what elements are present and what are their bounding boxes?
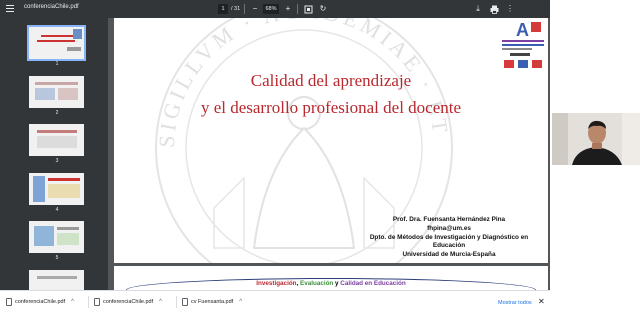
chevron-up-icon[interactable]: ^ (159, 299, 162, 305)
thumbnail-sidebar[interactable]: 1 2 3 4 5 (0, 18, 108, 290)
author-email[interactable]: fhpina@um.es (359, 225, 539, 233)
author-university: Universidad de Murcia-España (402, 251, 496, 258)
tag-evaluacion: Evaluación (300, 280, 334, 287)
pdf-page-1: SIGILLVM · ACADEMIAE · ET · ST · STVDIOR… (114, 18, 548, 263)
thumbnail-number: 3 (55, 158, 59, 164)
thumbnail-page-2[interactable] (29, 76, 84, 108)
fit-page-icon[interactable] (302, 3, 314, 15)
file-icon (182, 297, 188, 306)
hamburger-menu-icon[interactable] (6, 5, 14, 13)
download-file-name: conferenciaChile.pdf (15, 299, 66, 305)
download-divider (176, 296, 177, 308)
chevron-up-icon[interactable]: ^ (239, 299, 242, 305)
thumbnail-number: 4 (55, 207, 59, 213)
rotate-icon[interactable]: ↻ (317, 3, 329, 15)
thumbnail-page-1[interactable] (27, 25, 86, 61)
pdf-page-2: Investigación, Evaluación y Calidad en E… (114, 266, 548, 290)
svg-text:A: A (516, 20, 529, 40)
more-vert-icon[interactable]: ⋮ (504, 3, 516, 15)
toolbar-divider (244, 4, 245, 14)
screen: conferenciaChile.pdf 1 / 31 − 68% + ↻ ⤓ … (0, 0, 640, 312)
download-file-name: conferenciaChile.pdf (103, 299, 154, 305)
author-department-cont: Educación (432, 242, 466, 249)
slide-2-tagline: Investigación, Evaluación y Calidad en E… (114, 280, 548, 287)
download-file-name: cv Fuensanta.pdf (191, 299, 234, 305)
download-icon[interactable]: ⤓ (472, 3, 484, 15)
current-page-input[interactable]: 1 (218, 4, 228, 14)
downloads-bar: conferenciaChile.pdf ^ conferenciaChile.p… (0, 290, 550, 312)
document-title: conferenciaChile.pdf (24, 4, 79, 10)
page-count: / 31 (231, 6, 241, 12)
toolbar-divider (297, 4, 298, 14)
conference-logo: A (496, 18, 548, 76)
show-all-downloads-link[interactable]: Mostrar todos (498, 300, 532, 306)
pdf-toolbar: conferenciaChile.pdf 1 / 31 − 68% + ↻ ⤓ … (0, 0, 550, 18)
participant-video (552, 113, 640, 165)
thumbnail-number: 5 (55, 255, 59, 261)
close-icon[interactable]: ✕ (538, 297, 545, 306)
thumbnail-page-4[interactable] (29, 173, 84, 205)
print-icon[interactable] (488, 3, 500, 15)
download-item[interactable]: conferenciaChile.pdf ^ (94, 296, 162, 308)
pdf-viewer: conferenciaChile.pdf 1 / 31 − 68% + ↻ ⤓ … (0, 0, 550, 312)
slide-title-line-2: y el desarrollo profesional del docente (200, 98, 462, 117)
chevron-up-icon[interactable]: ^ (71, 299, 74, 305)
file-icon (6, 297, 12, 306)
plus-icon[interactable]: + (282, 3, 294, 15)
download-item[interactable]: cv Fuensanta.pdf ^ (182, 296, 242, 308)
tag-investigacion: Investigación (256, 280, 297, 287)
slide-title-line-1: Calidad del aprendizaje (250, 71, 412, 90)
thumbnail-page-6[interactable] (29, 270, 84, 290)
thumbnail-page-5[interactable] (29, 221, 84, 253)
tag-calidad: Calidad en Educación (340, 280, 406, 287)
minus-icon[interactable]: − (249, 3, 261, 15)
author-name: Prof. Dra. Fuensanta Hernández Pina (392, 216, 506, 223)
thumbnail-number: 1 (55, 61, 59, 67)
thumbnail-number: 2 (55, 110, 59, 116)
download-divider (88, 296, 89, 308)
zoom-input[interactable]: 68% (263, 4, 279, 14)
file-icon (94, 297, 100, 306)
thumbnail-page-3[interactable] (29, 124, 84, 156)
author-department: Dpto. de Métodos de Investigación y Diag… (369, 234, 529, 241)
download-item[interactable]: conferenciaChile.pdf ^ (6, 296, 74, 308)
